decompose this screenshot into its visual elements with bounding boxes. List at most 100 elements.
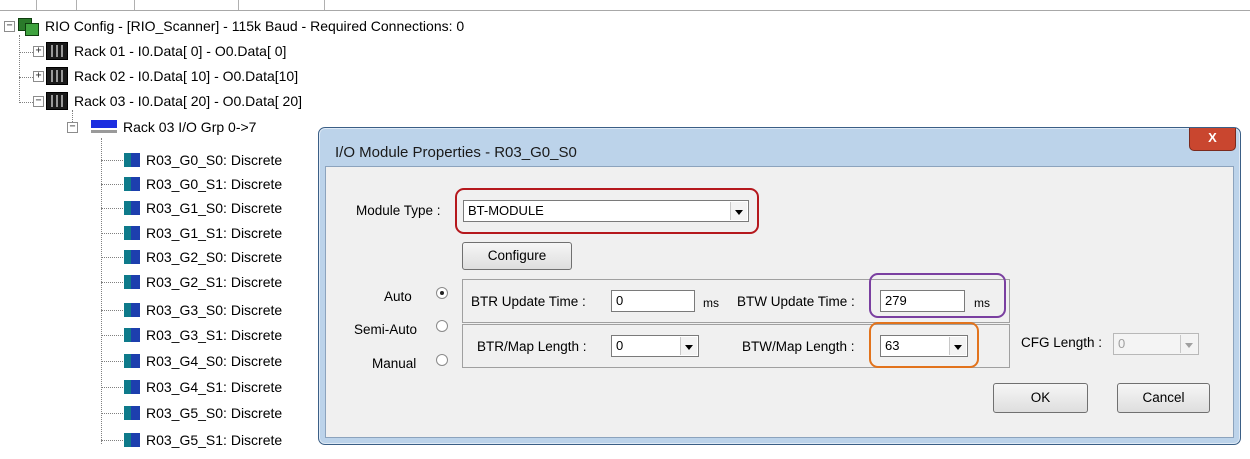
module-label: R03_G4_S1: Discrete	[146, 379, 283, 395]
rack-label: Rack 02 - I0.Data[ 10] - O0.Data[10]	[74, 68, 299, 84]
semi-auto-radio[interactable]	[436, 320, 448, 332]
module-label: R03_G3_S1: Discrete	[146, 327, 283, 343]
tree-line	[19, 77, 33, 78]
rack-icon	[46, 67, 68, 85]
module-icon	[124, 275, 140, 289]
tree-module[interactable]: R03_G0_S1: Discrete	[124, 174, 282, 194]
btr-update-input[interactable]: 0	[611, 290, 695, 312]
tree-line	[101, 160, 123, 161]
tree-line	[101, 257, 123, 258]
module-icon	[124, 303, 140, 317]
tree-line	[101, 184, 123, 185]
tree-root[interactable]: RIO Config - [RIO_Scanner] - 115k Baud -…	[17, 16, 464, 36]
tree-module[interactable]: R03_G4_S1: Discrete	[124, 377, 282, 397]
tree-line	[101, 413, 123, 414]
close-button[interactable]: X	[1189, 128, 1236, 151]
auto-radio[interactable]	[436, 287, 448, 299]
network-icon	[17, 17, 39, 36]
module-label: R03_G2_S0: Discrete	[146, 249, 283, 265]
tree-module[interactable]: R03_G3_S0: Discrete	[124, 300, 282, 320]
module-type-label: Module Type :	[356, 203, 441, 218]
tree-io-group[interactable]: Rack 03 I/O Grp 0->7	[91, 117, 256, 137]
btw-map-label: BTW/Map Length :	[742, 339, 855, 354]
tree-line	[101, 233, 123, 234]
tree-line	[101, 335, 123, 336]
cancel-button[interactable]: Cancel	[1117, 383, 1210, 413]
expand-toggle[interactable]: +	[33, 46, 44, 57]
module-label: R03_G5_S0: Discrete	[146, 405, 283, 421]
module-icon	[124, 433, 140, 447]
semi-auto-label: Semi-Auto	[354, 322, 418, 337]
tree-line	[101, 387, 123, 388]
configure-button[interactable]: Configure	[462, 242, 572, 270]
tree-line	[101, 208, 123, 209]
config-tree: − RIO Config - [RIO_Scanner] - 115k Baud…	[0, 0, 464, 459]
btr-update-label: BTR Update Time :	[471, 294, 586, 309]
expand-toggle[interactable]: +	[33, 71, 44, 82]
manual-radio[interactable]	[436, 354, 448, 366]
auto-label: Auto	[384, 289, 412, 304]
close-icon: X	[1208, 130, 1217, 145]
ok-label: OK	[1030, 390, 1051, 405]
cfg-length-label: CFG Length :	[1021, 335, 1103, 350]
btw-update-label: BTW Update Time :	[737, 294, 855, 309]
tree-line	[19, 35, 20, 103]
tree-line	[101, 282, 123, 283]
module-icon	[124, 226, 140, 240]
highlight-btw-map	[869, 322, 979, 368]
module-icon	[124, 380, 140, 394]
tree-rack-02[interactable]: Rack 02 - I0.Data[ 10] - O0.Data[10]	[46, 66, 298, 86]
module-label: R03_G0_S0: Discrete	[146, 152, 283, 168]
tree-module[interactable]: R03_G4_S0: Discrete	[124, 351, 282, 371]
tree-line	[101, 310, 123, 311]
module-label: R03_G5_S1: Discrete	[146, 432, 283, 448]
tree-module[interactable]: R03_G1_S0: Discrete	[124, 198, 282, 218]
module-icon	[124, 201, 140, 215]
chevron-down-icon[interactable]	[680, 337, 697, 355]
module-icon	[124, 250, 140, 264]
module-label: R03_G1_S0: Discrete	[146, 200, 283, 216]
collapse-toggle[interactable]: −	[67, 122, 78, 133]
io-group-label: Rack 03 I/O Grp 0->7	[123, 119, 257, 135]
collapse-toggle[interactable]: −	[4, 21, 15, 32]
dialog-body: Module Type : BT-MODULE Configure Auto S…	[325, 166, 1234, 438]
btr-map-label: BTR/Map Length :	[477, 339, 587, 354]
module-label: R03_G4_S0: Discrete	[146, 353, 283, 369]
tree-line	[101, 361, 123, 362]
manual-label: Manual	[372, 356, 417, 371]
tree-module[interactable]: R03_G5_S1: Discrete	[124, 430, 282, 450]
module-label: R03_G1_S1: Discrete	[146, 225, 283, 241]
tree-line	[19, 102, 33, 103]
btr-update-unit: ms	[703, 296, 719, 310]
cancel-label: Cancel	[1142, 390, 1185, 405]
ok-button[interactable]: OK	[993, 383, 1088, 413]
dialog-title: I/O Module Properties - R03_G0_S0	[335, 144, 577, 161]
tree-rack-01[interactable]: Rack 01 - I0.Data[ 0] - O0.Data[ 0]	[46, 41, 286, 61]
rack-label: Rack 01 - I0.Data[ 0] - O0.Data[ 0]	[74, 43, 287, 59]
configure-label: Configure	[487, 248, 547, 263]
tree-module[interactable]: R03_G0_S0: Discrete	[124, 150, 282, 170]
tree-root-label: RIO Config - [RIO_Scanner] - 115k Baud -…	[45, 18, 465, 34]
module-icon	[124, 406, 140, 420]
cfg-length-select: 0	[1113, 333, 1199, 355]
tree-module[interactable]: R03_G3_S1: Discrete	[124, 325, 282, 345]
tree-line	[101, 440, 123, 441]
tree-module[interactable]: R03_G2_S1: Discrete	[124, 272, 282, 292]
tree-rack-03[interactable]: Rack 03 - I0.Data[ 20] - O0.Data[ 20]	[46, 91, 302, 111]
io-module-properties-dialog: I/O Module Properties - R03_G0_S0 X Modu…	[318, 127, 1241, 445]
cfg-length-value: 0	[1118, 336, 1126, 351]
module-label: R03_G0_S1: Discrete	[146, 176, 283, 192]
collapse-toggle[interactable]: −	[33, 96, 44, 107]
chevron-down-icon	[1180, 335, 1197, 353]
rack-icon	[46, 42, 68, 60]
module-icon	[124, 177, 140, 191]
module-label: R03_G3_S0: Discrete	[146, 302, 283, 318]
btr-map-value: 0	[616, 338, 624, 353]
tree-line	[19, 52, 33, 53]
tree-module[interactable]: R03_G5_S0: Discrete	[124, 403, 282, 423]
module-label: R03_G2_S1: Discrete	[146, 274, 283, 290]
tree-module[interactable]: R03_G1_S1: Discrete	[124, 223, 282, 243]
tree-module[interactable]: R03_G2_S0: Discrete	[124, 247, 282, 267]
module-icon	[124, 354, 140, 368]
btr-map-select[interactable]: 0	[611, 335, 699, 357]
